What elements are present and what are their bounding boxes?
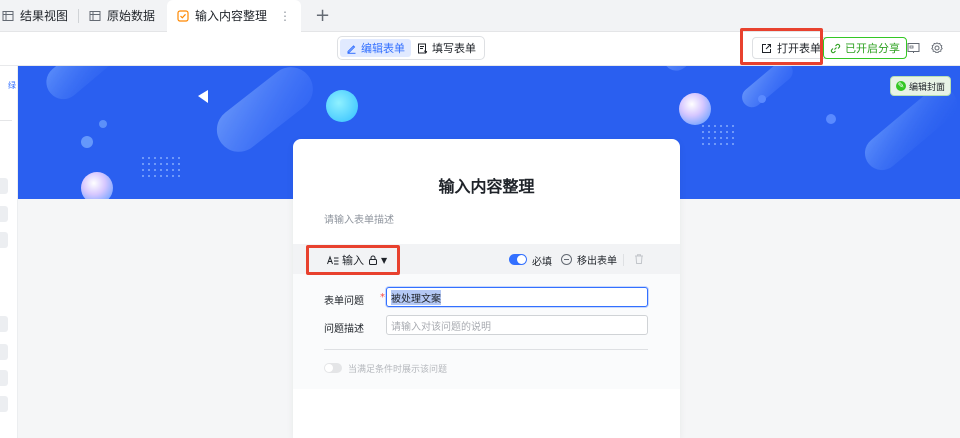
grid-table-icon [2, 10, 14, 22]
tab-label: 输入内容整理 [195, 9, 268, 23]
fill-form-label: 填写表单 [432, 42, 476, 55]
present-icon[interactable] [906, 41, 920, 55]
question-panel[interactable]: 输入 ▼ 必填 移出表单 表单问题 * 被处理文案 问题描述 请输入对该问题的说… [293, 244, 680, 389]
required-toggle[interactable] [509, 254, 527, 265]
question-desc-label: 问题描述 [324, 324, 364, 335]
header-divider [623, 254, 624, 266]
tab-label: 结果视图 [20, 9, 69, 23]
open-form-label: 打开表单 [777, 42, 821, 55]
sidebar-item[interactable] [0, 206, 8, 222]
tab-bar: 结果视图 原始数据 输入内容整理 ⋮ + [0, 0, 960, 32]
edit-cover-button[interactable]: ✎ 编辑封面 [890, 76, 952, 96]
share-label: 已开启分享 [845, 42, 900, 55]
external-link-icon [761, 43, 772, 54]
question-header: 输入 ▼ 必填 移出表单 [293, 244, 680, 274]
question-type-select[interactable]: 输入 ▼ [327, 252, 387, 268]
question-title-value: 被处理文案 [391, 289, 441, 305]
sidebar-item[interactable] [0, 232, 8, 248]
settings-gear-icon[interactable] [930, 41, 944, 55]
fill-form-button[interactable]: 填写表单 [411, 39, 482, 57]
edit-form-label: 编辑表单 [361, 42, 405, 55]
remove-label: 移出表单 [577, 256, 617, 267]
sidebar-item[interactable] [0, 344, 8, 360]
question-title-input[interactable]: 被处理文案 [386, 287, 648, 307]
text-input-type-icon [327, 255, 339, 266]
form-description-input[interactable]: 请输入表单描述 [324, 211, 394, 226]
question-title-label: 表单问题 [324, 296, 364, 307]
left-sidebar-strip: 绿 [0, 66, 18, 438]
share-button[interactable]: 已开启分享 [823, 37, 907, 59]
link-icon [830, 43, 841, 54]
required-label: 必填 [532, 257, 552, 268]
more-vertical-icon[interactable]: ⋮ [279, 9, 291, 23]
mode-switch: 编辑表单 填写表单 [337, 36, 485, 60]
panel-divider [324, 349, 648, 350]
form-title[interactable]: 输入内容整理 [293, 173, 680, 197]
condition-toggle[interactable] [324, 363, 342, 373]
tab-result-view[interactable]: 结果视图 [0, 0, 78, 32]
tab-input-content[interactable]: 输入内容整理 ⋮ [167, 0, 302, 32]
pencil-icon [346, 43, 357, 54]
remove-from-form-button[interactable]: 移出表单 [561, 252, 617, 267]
form-checkbox-icon [177, 9, 189, 22]
add-tab-icon[interactable]: + [315, 6, 330, 25]
tab-raw-data[interactable]: 原始数据 [79, 0, 165, 32]
caret-down-icon: ▼ [381, 255, 388, 265]
pencil-badge-icon: ✎ [896, 81, 906, 91]
form-doc-icon [417, 43, 428, 54]
edit-form-button[interactable]: 编辑表单 [340, 39, 411, 57]
edit-cover-label: 编辑封面 [909, 82, 946, 93]
grid-table-icon [89, 10, 101, 22]
sidebar-item[interactable] [0, 178, 8, 194]
condition-label: 当满足条件时展示该问题 [348, 365, 448, 375]
open-form-button[interactable]: 打开表单 [752, 37, 830, 59]
question-type-label: 输入 [342, 254, 364, 267]
toolbar: 编辑表单 填写表单 打开表单 已开启分享 [0, 32, 960, 66]
form-card: 输入内容整理 请输入表单描述 输入 ▼ 必填 移出表单 表单问题 * 被处理文案… [293, 139, 680, 438]
sidebar-item[interactable] [0, 370, 8, 386]
sidebar-fragment-label: 绿 [8, 81, 16, 90]
tab-label: 原始数据 [107, 9, 156, 23]
required-asterisk: * [380, 292, 385, 303]
sidebar-divider [0, 120, 12, 121]
question-desc-input[interactable]: 请输入对该问题的说明 [386, 315, 648, 335]
minus-circle-icon [561, 254, 572, 265]
sidebar-item[interactable] [0, 396, 8, 412]
trash-icon[interactable] [633, 253, 645, 265]
lock-icon [368, 255, 378, 265]
sidebar-item[interactable] [0, 316, 8, 332]
